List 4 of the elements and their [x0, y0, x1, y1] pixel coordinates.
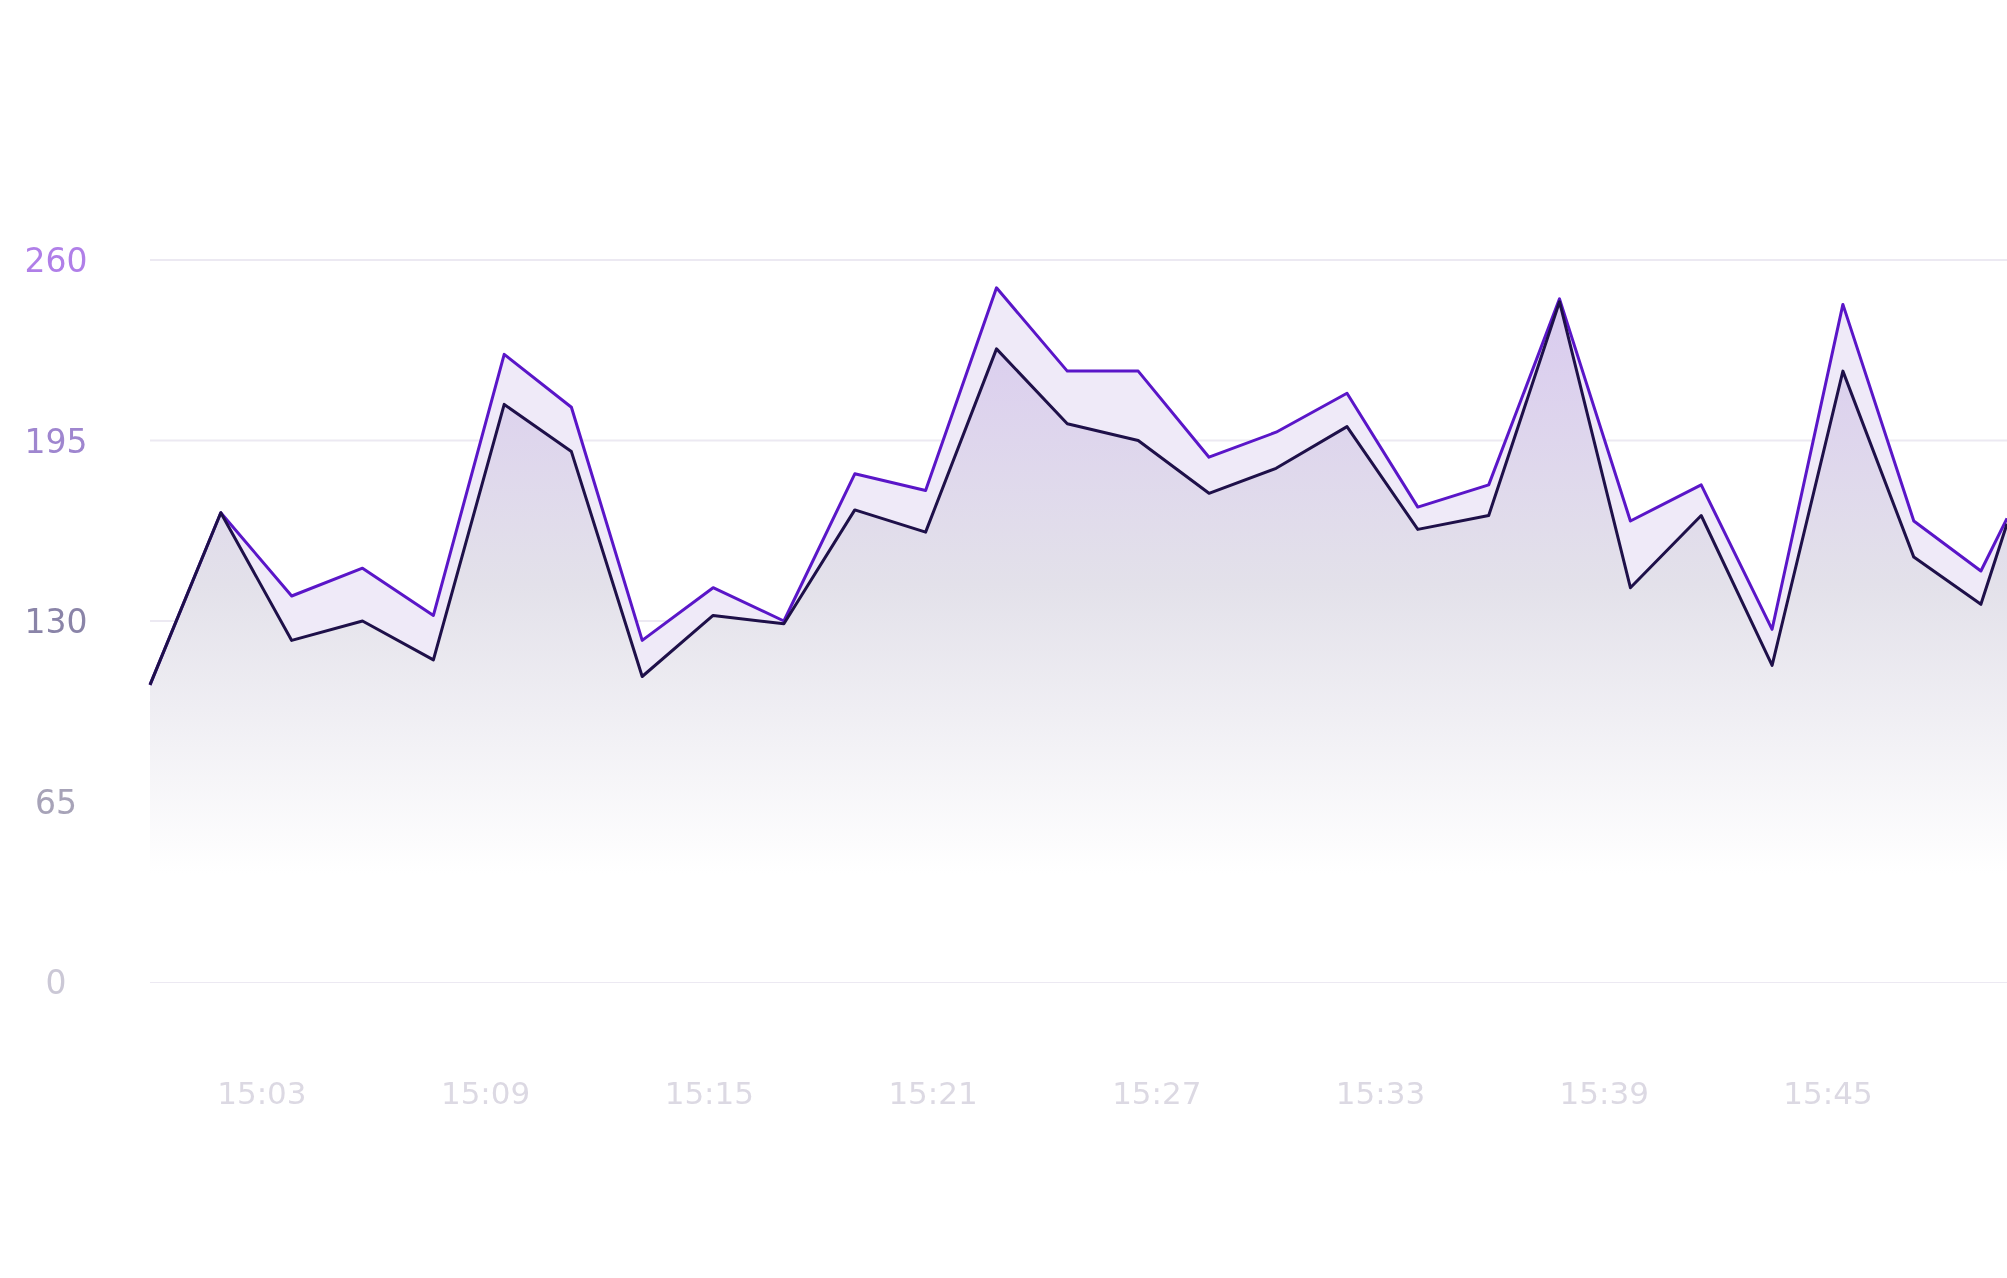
axis-tick-label: 130 — [24, 602, 88, 641]
axis-tick-label: 65 — [35, 782, 77, 822]
axis-tick-label: 260 — [24, 241, 88, 280]
axis-tick-label: 195 — [24, 421, 88, 461]
